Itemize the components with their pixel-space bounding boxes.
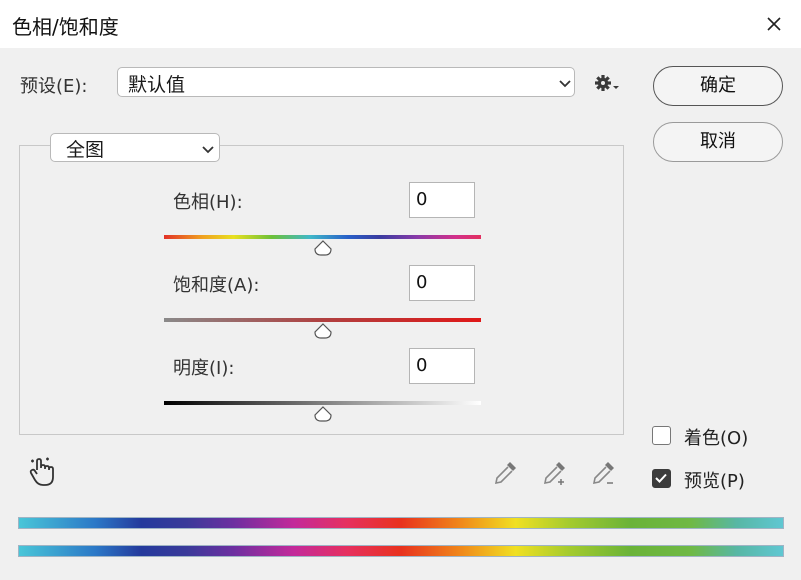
targeted-adjustment-hand-icon[interactable] <box>28 456 56 488</box>
title-bar: 色相/饱和度 <box>0 0 801 48</box>
window-title: 色相/饱和度 <box>12 15 119 39</box>
preset-label: 预设(E): <box>20 76 88 97</box>
hue-slider-track[interactable] <box>164 235 481 239</box>
lightness-value: 0 <box>416 355 428 376</box>
preview-checkbox[interactable] <box>652 469 671 488</box>
output-spectrum-bar <box>18 545 784 557</box>
saturation-label: 饱和度(A): <box>173 275 260 296</box>
hue-value: 0 <box>416 189 428 210</box>
lightness-slider-thumb[interactable] <box>313 406 333 422</box>
hue-input[interactable]: 0 <box>409 182 475 218</box>
ok-button[interactable]: 确定 <box>653 66 783 106</box>
checkmark-icon <box>655 473 667 483</box>
channel-value: 全图 <box>66 139 105 161</box>
hue-slider-thumb[interactable] <box>313 240 333 256</box>
lightness-input[interactable]: 0 <box>409 348 475 384</box>
cancel-button[interactable]: 取消 <box>653 122 783 162</box>
lightness-label: 明度(I): <box>173 358 235 379</box>
chevron-down-icon <box>559 80 571 88</box>
preview-label: 预览(P) <box>684 471 745 492</box>
channel-dropdown[interactable]: 全图 <box>50 133 220 162</box>
eyedropper-icon[interactable] <box>492 458 520 488</box>
hue-label: 色相(H): <box>173 192 243 213</box>
preset-value: 默认值 <box>128 74 186 96</box>
preset-dropdown[interactable]: 默认值 <box>117 67 575 97</box>
saturation-input[interactable]: 0 <box>409 265 475 301</box>
eyedropper-plus-icon[interactable] <box>541 458 569 488</box>
chevron-down-icon <box>202 146 214 154</box>
eyedropper-minus-icon[interactable] <box>590 458 618 488</box>
colorize-checkbox[interactable] <box>652 426 671 445</box>
saturation-value: 0 <box>416 272 428 293</box>
input-spectrum-bar <box>18 517 784 529</box>
lightness-slider-track[interactable] <box>164 401 481 405</box>
gear-menu-icon[interactable] <box>593 72 623 94</box>
adjustment-group <box>19 145 624 435</box>
colorize-label: 着色(O) <box>684 428 749 449</box>
saturation-slider-thumb[interactable] <box>313 323 333 339</box>
close-icon[interactable] <box>756 6 792 42</box>
saturation-slider-track[interactable] <box>164 318 481 322</box>
